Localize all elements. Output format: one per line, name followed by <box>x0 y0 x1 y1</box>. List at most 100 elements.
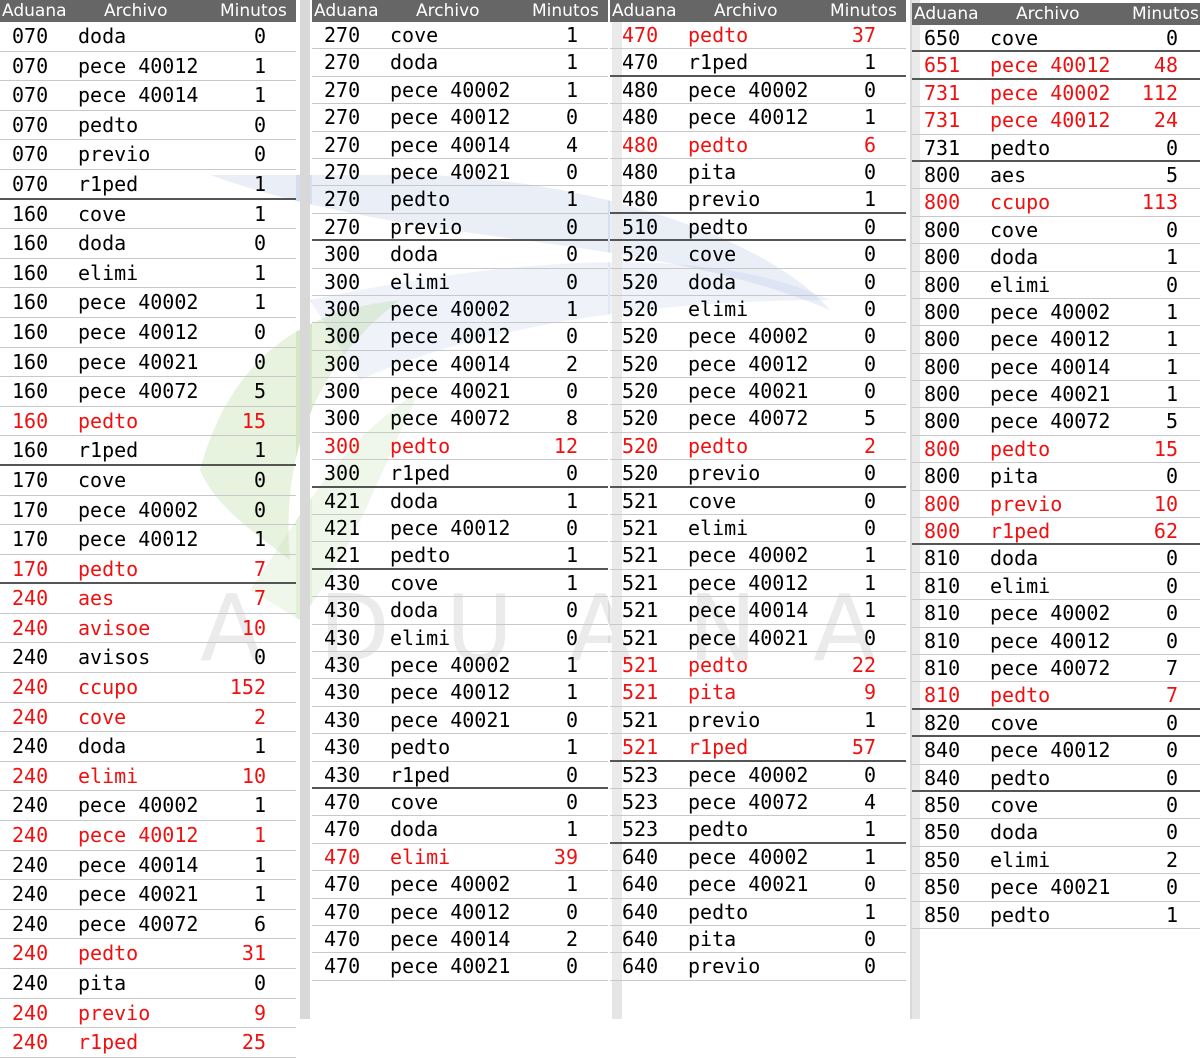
cell-minutos: 1 <box>565 570 578 595</box>
cell-aduana: 240 <box>12 645 49 670</box>
table-row: 240 avisos 0 <box>0 643 296 674</box>
cell-minutos: 57 <box>851 735 876 760</box>
table-row: 810 pedto 7 <box>912 682 1200 710</box>
cell-archivo: pedto <box>688 899 749 924</box>
table-row: 300 pece 40014 2 <box>312 350 608 379</box>
cell-aduana: 160 <box>12 231 49 256</box>
table-row: 810 pece 40002 0 <box>912 600 1200 628</box>
cell-aduana: 470 <box>622 23 659 47</box>
table-row: 520 pece 40072 5 <box>610 405 906 433</box>
cell-minutos: 0 <box>565 461 578 486</box>
cell-archivo: pedto <box>390 187 451 212</box>
cell-aduana: 240 <box>12 971 49 995</box>
table-row: 520 doda 0 <box>610 268 906 296</box>
cell-aduana: 810 <box>924 601 961 626</box>
cell-aduana: 470 <box>324 926 361 951</box>
table-row: 850 cove 0 <box>912 791 1200 820</box>
cell-aduana: 421 <box>324 516 361 541</box>
table-row: 240 r1ped 25 <box>0 1028 296 1058</box>
cell-archivo: elimi <box>688 516 749 541</box>
cell-archivo: pita <box>78 971 127 995</box>
cell-aduana: 480 <box>622 77 659 102</box>
cell-minutos: 0 <box>565 159 578 184</box>
cell-aduana: 521 <box>622 735 659 760</box>
table-row: 270 pece 40012 0 <box>312 104 608 132</box>
cell-minutos: 37 <box>851 23 876 47</box>
table-row: 731 pece 40012 24 <box>912 107 1200 135</box>
cell-minutos: 1 <box>565 817 578 842</box>
table-row: 240 pedto 31 <box>0 939 296 969</box>
table-row: 820 cove 0 <box>912 709 1200 738</box>
cell-minutos: 1 <box>565 872 578 897</box>
table-row: 270 pece 40021 0 <box>312 158 608 187</box>
table-row: 160 pedto 15 <box>0 406 296 437</box>
cell-archivo: doda <box>390 817 439 842</box>
cell-minutos: 0 <box>1165 820 1178 845</box>
cell-minutos: 0 <box>863 242 876 267</box>
cell-minutos: 48 <box>1153 53 1178 78</box>
cell-minutos: 152 <box>229 675 266 700</box>
cell-minutos: 1 <box>863 543 876 568</box>
cell-aduana: 470 <box>324 872 361 897</box>
cell-minutos: 0 <box>565 707 578 732</box>
cell-aduana: 520 <box>622 242 659 267</box>
table-row: 240 pece 40002 1 <box>0 791 296 822</box>
cell-minutos: 1 <box>253 171 266 196</box>
cell-archivo: doda <box>78 734 127 759</box>
cell-aduana: 160 <box>12 379 49 404</box>
table-row: 240 pece 40014 1 <box>0 850 296 881</box>
cell-minutos: 7 <box>253 586 266 611</box>
cell-archivo: cove <box>688 242 737 267</box>
cell-aduana: 521 <box>622 516 659 541</box>
cell-aduana: 850 <box>924 902 961 927</box>
cell-aduana: 521 <box>622 680 659 705</box>
cell-minutos: 0 <box>863 77 876 102</box>
cell-minutos: 1 <box>253 823 266 848</box>
cell-minutos: 0 <box>565 899 578 924</box>
table-row: 810 doda 0 <box>912 545 1200 573</box>
cell-minutos: 2 <box>253 704 266 729</box>
cell-aduana: 430 <box>324 598 361 623</box>
cell-aduana: 521 <box>622 598 659 623</box>
cell-aduana: 800 <box>924 436 961 461</box>
table-row: 430 pece 40021 0 <box>312 706 608 735</box>
cell-minutos: 1 <box>565 680 578 705</box>
cell-minutos: 12 <box>553 433 578 458</box>
cell-minutos: 0 <box>253 645 266 670</box>
cell-archivo: pece 40012 <box>390 105 511 130</box>
table-row: 480 pece 40012 1 <box>610 104 906 132</box>
cell-aduana: 850 <box>924 792 961 817</box>
cell-archivo: pece 40002 <box>990 80 1111 105</box>
cell-archivo: pece 40014 <box>78 852 199 877</box>
cell-aduana: 240 <box>12 823 49 848</box>
table-row: 421 pedto 1 <box>312 542 608 570</box>
table-row: 300 pece 40072 8 <box>312 405 608 433</box>
cell-archivo: doda <box>688 269 737 294</box>
cell-aduana: 160 <box>12 408 49 433</box>
table-row: 510 pedto 0 <box>610 213 906 242</box>
header-archivo: Archivo <box>714 1 778 21</box>
table-row: 521 pece 40014 1 <box>610 597 906 625</box>
cell-aduana: 640 <box>622 926 659 951</box>
cell-minutos: 1 <box>863 570 876 595</box>
cell-aduana: 800 <box>924 162 961 187</box>
cell-aduana: 800 <box>924 299 961 324</box>
cell-minutos: 1 <box>565 735 578 760</box>
cell-archivo: pedto <box>990 436 1051 461</box>
table-header: Aduana Archivo Minutos <box>0 0 296 22</box>
table-row: 800 pece 40014 1 <box>912 353 1200 382</box>
cell-archivo: pita <box>990 464 1039 489</box>
cell-aduana: 300 <box>324 324 361 349</box>
table-row: 170 pedto 7 <box>0 554 296 585</box>
table-row: 300 pece 40012 0 <box>312 323 608 351</box>
cell-minutos: 1 <box>253 201 266 226</box>
cell-archivo: pece 40002 <box>688 762 809 787</box>
cell-aduana: 160 <box>12 319 49 344</box>
cell-aduana: 240 <box>12 615 49 640</box>
cell-minutos: 0 <box>1165 765 1178 790</box>
table-row: 640 pedto 1 <box>610 898 906 926</box>
cell-aduana: 430 <box>324 570 361 595</box>
cell-minutos: 1 <box>253 852 266 877</box>
cell-minutos: 2 <box>1165 847 1178 872</box>
table-row: 070 pedto 0 <box>0 110 296 141</box>
